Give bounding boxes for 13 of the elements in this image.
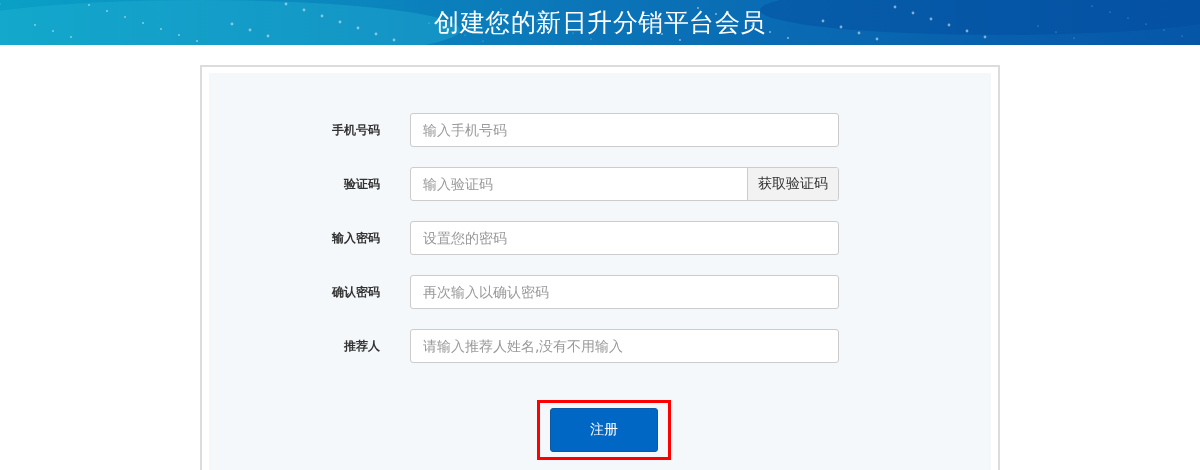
get-code-button[interactable]: 获取验证码	[747, 168, 838, 200]
field-label: 输入密码	[330, 229, 380, 247]
field-label: 推荐人	[343, 337, 380, 355]
input-field[interactable]: 再次输入以确认密码	[410, 275, 839, 309]
field-label: 验证码	[342, 175, 380, 193]
page-title: 创建您的新日升分销平台会员	[434, 7, 766, 39]
input-field[interactable]: 输入手机号码	[410, 113, 839, 147]
input-field[interactable]: 请输入推荐人姓名,没有不用输入	[410, 329, 839, 363]
code-input-group[interactable]: 输入验证码 获取验证码	[410, 167, 839, 201]
input-field[interactable]: 设置您的密码	[410, 221, 839, 255]
register-button[interactable]: 注册	[550, 408, 658, 452]
field-label: 手机号码	[331, 121, 380, 139]
field-label: 确认密码	[330, 283, 380, 301]
